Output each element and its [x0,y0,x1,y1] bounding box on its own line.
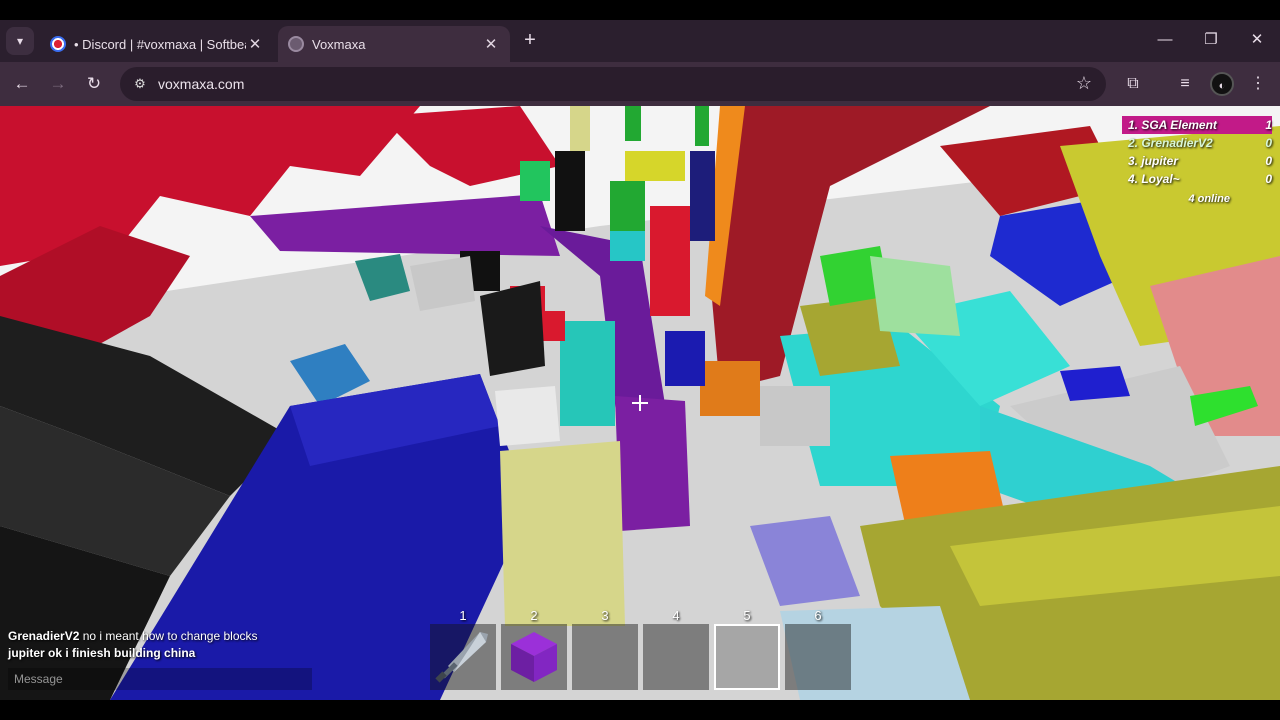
tab-discord[interactable]: • Discord | #voxmaxa | Softbear ✕ [40,26,274,62]
arrow-left-icon[interactable]: ← [8,70,36,98]
leaderboard-score: 1 [1265,118,1272,132]
leaderboard-score: 0 [1265,136,1272,150]
leaderboard-row: 3. jupiter 0 [1122,152,1272,170]
leaderboard-score: 0 [1265,154,1272,168]
slot-number: 2 [530,608,538,623]
sword-icon [435,632,488,683]
hotbar: 1 2 3 4 5 6 [428,604,854,694]
letterbox-top [0,0,1280,20]
hotbar-slot-6[interactable] [785,624,851,690]
leaderboard-row: 2. GrenadierV2 0 [1122,134,1272,152]
hotbar-slot-4[interactable] [643,624,709,690]
leaderboard-row: 4. Loyal~ 0 [1122,170,1272,188]
tab-voxmaxa[interactable]: Voxmaxa ✕ [278,26,510,62]
chat-text: no i meant how to change blocks [82,629,258,643]
screen: ▾ • Discord | #voxmaxa | Softbear ✕ Voxm… [0,0,1280,720]
slot-number: 6 [814,608,822,623]
close-window-button[interactable]: ✕ [1234,26,1280,54]
crosshair-icon [630,393,650,413]
chat-message: jupiter ok i finiesh building china [8,645,258,662]
url-text[interactable]: voxmaxa.com [158,76,244,92]
tab-label: Voxmaxa [312,36,366,52]
media-queue-icon[interactable]: ≡ [1173,72,1197,96]
globe-icon [288,36,304,52]
restore-button[interactable]: ❐ [1188,26,1234,54]
slot-number: 4 [672,608,680,623]
hotbar-slot-3[interactable] [572,624,638,690]
profile-icon[interactable]: ◐ [1210,72,1234,96]
purple-block-icon [511,632,557,682]
online-count: 4 online [1188,193,1230,205]
hotbar-slot-1[interactable] [430,624,496,690]
kebab-menu-icon[interactable]: ⋮ [1246,72,1270,96]
slot-number: 5 [743,608,751,623]
address-bar[interactable]: ⚙ voxmaxa.com ☆ [120,67,1106,101]
chat-message: GrenadierV2 no i meant how to change blo… [8,628,258,645]
slot-number: 3 [601,608,609,623]
chevron-down-icon[interactable]: ▾ [6,27,34,55]
star-icon[interactable]: ☆ [1076,73,1092,94]
close-icon[interactable]: ✕ [482,35,500,53]
game-canvas[interactable]: 1. SGA Element 1 2. GrenadierV2 0 3. jup… [0,106,1280,700]
hotbar-slot-5[interactable] [714,624,780,690]
minimize-button[interactable]: — [1142,26,1188,54]
leaderboard-player: 3. jupiter [1128,154,1179,168]
leaderboard-score: 0 [1265,172,1272,186]
leaderboard-player: 4. Loyal~ [1128,172,1180,186]
close-icon[interactable]: ✕ [246,35,264,53]
leaderboard: 1. SGA Element 1 2. GrenadierV2 0 3. jup… [1122,116,1272,205]
plus-icon[interactable]: + [518,29,542,53]
leaderboard-row: 1. SGA Element 1 [1122,116,1272,134]
puzzle-icon[interactable]: ⧉ [1121,72,1145,96]
chat-text: ok i finiesh building china [48,646,196,660]
arrow-right-icon[interactable]: → [44,70,72,98]
tab-label: • Discord | #voxmaxa | Softbear [74,36,246,52]
reload-icon[interactable]: ↻ [80,70,108,98]
letterbox-bottom [0,700,1280,720]
tab-strip: ▾ • Discord | #voxmaxa | Softbear ✕ Voxm… [0,20,1280,62]
slot-number: 1 [459,608,467,623]
chrome-recording-icon [50,36,66,52]
hotbar-slot-2[interactable] [501,624,567,690]
chat-log: GrenadierV2 no i meant how to change blo… [8,628,258,662]
tune-icon[interactable]: ⚙ [126,76,154,92]
browser-toolbar: ← → ↻ ⚙ voxmaxa.com ☆ ⧉ ≡ ◐ ⋮ [0,62,1280,106]
leaderboard-player: 1. SGA Element [1128,118,1217,132]
chat-author: GrenadierV2 [8,629,80,643]
leaderboard-player: 2. GrenadierV2 [1128,136,1213,150]
chat-author: jupiter [8,646,45,660]
chat-input[interactable]: Message [8,668,312,690]
